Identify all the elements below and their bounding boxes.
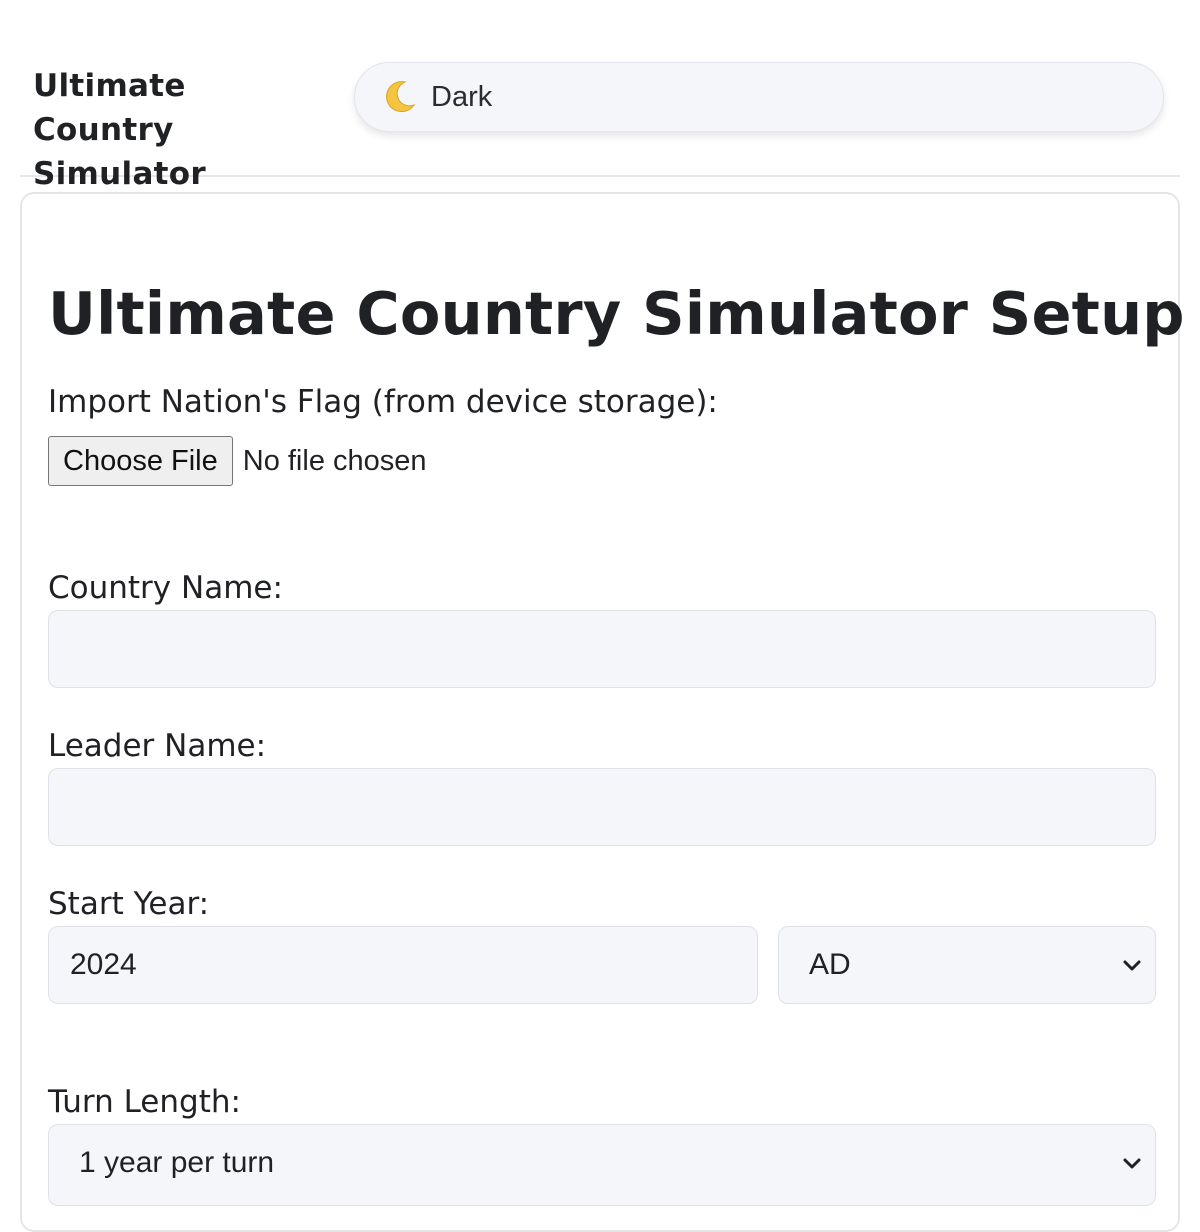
leader-name-label: Leader Name: <box>48 728 267 764</box>
theme-toggle-button[interactable]: Dark <box>354 62 1164 132</box>
start-year-input[interactable]: 2024 <box>48 926 758 1004</box>
chevron-down-icon <box>1119 955 1145 975</box>
app-header: Ultimate Country Simulator Dark <box>20 0 1180 192</box>
country-name-input[interactable] <box>48 610 1156 688</box>
country-name-label: Country Name: <box>48 570 283 606</box>
setup-card: Ultimate Country Simulator Setup Import … <box>20 192 1185 1232</box>
flag-file-input[interactable]: Choose File No file chosen <box>48 436 427 486</box>
turn-length-label: Turn Length: <box>48 1084 241 1120</box>
start-year-label: Start Year: <box>48 886 210 922</box>
app-title: Ultimate Country Simulator <box>33 68 206 192</box>
turn-length-select[interactable]: 1 year per turn <box>48 1124 1156 1206</box>
leader-name-input[interactable] <box>48 768 1156 846</box>
start-year-value: 2024 <box>70 948 137 981</box>
chevron-down-icon <box>1119 1153 1145 1173</box>
turn-length-select-value: 1 year per turn <box>79 1146 275 1179</box>
page-title: Ultimate Country Simulator Setup <box>48 279 1185 348</box>
choose-file-button[interactable]: Choose File <box>48 436 233 486</box>
era-select-value: AD <box>809 948 851 981</box>
era-select[interactable]: AD <box>778 926 1156 1004</box>
flag-import-label: Import Nation's Flag (from device storag… <box>48 384 718 420</box>
crescent-moon-icon <box>379 77 419 117</box>
file-status-text: No file chosen <box>242 444 427 477</box>
theme-toggle-label: Dark <box>431 80 493 113</box>
